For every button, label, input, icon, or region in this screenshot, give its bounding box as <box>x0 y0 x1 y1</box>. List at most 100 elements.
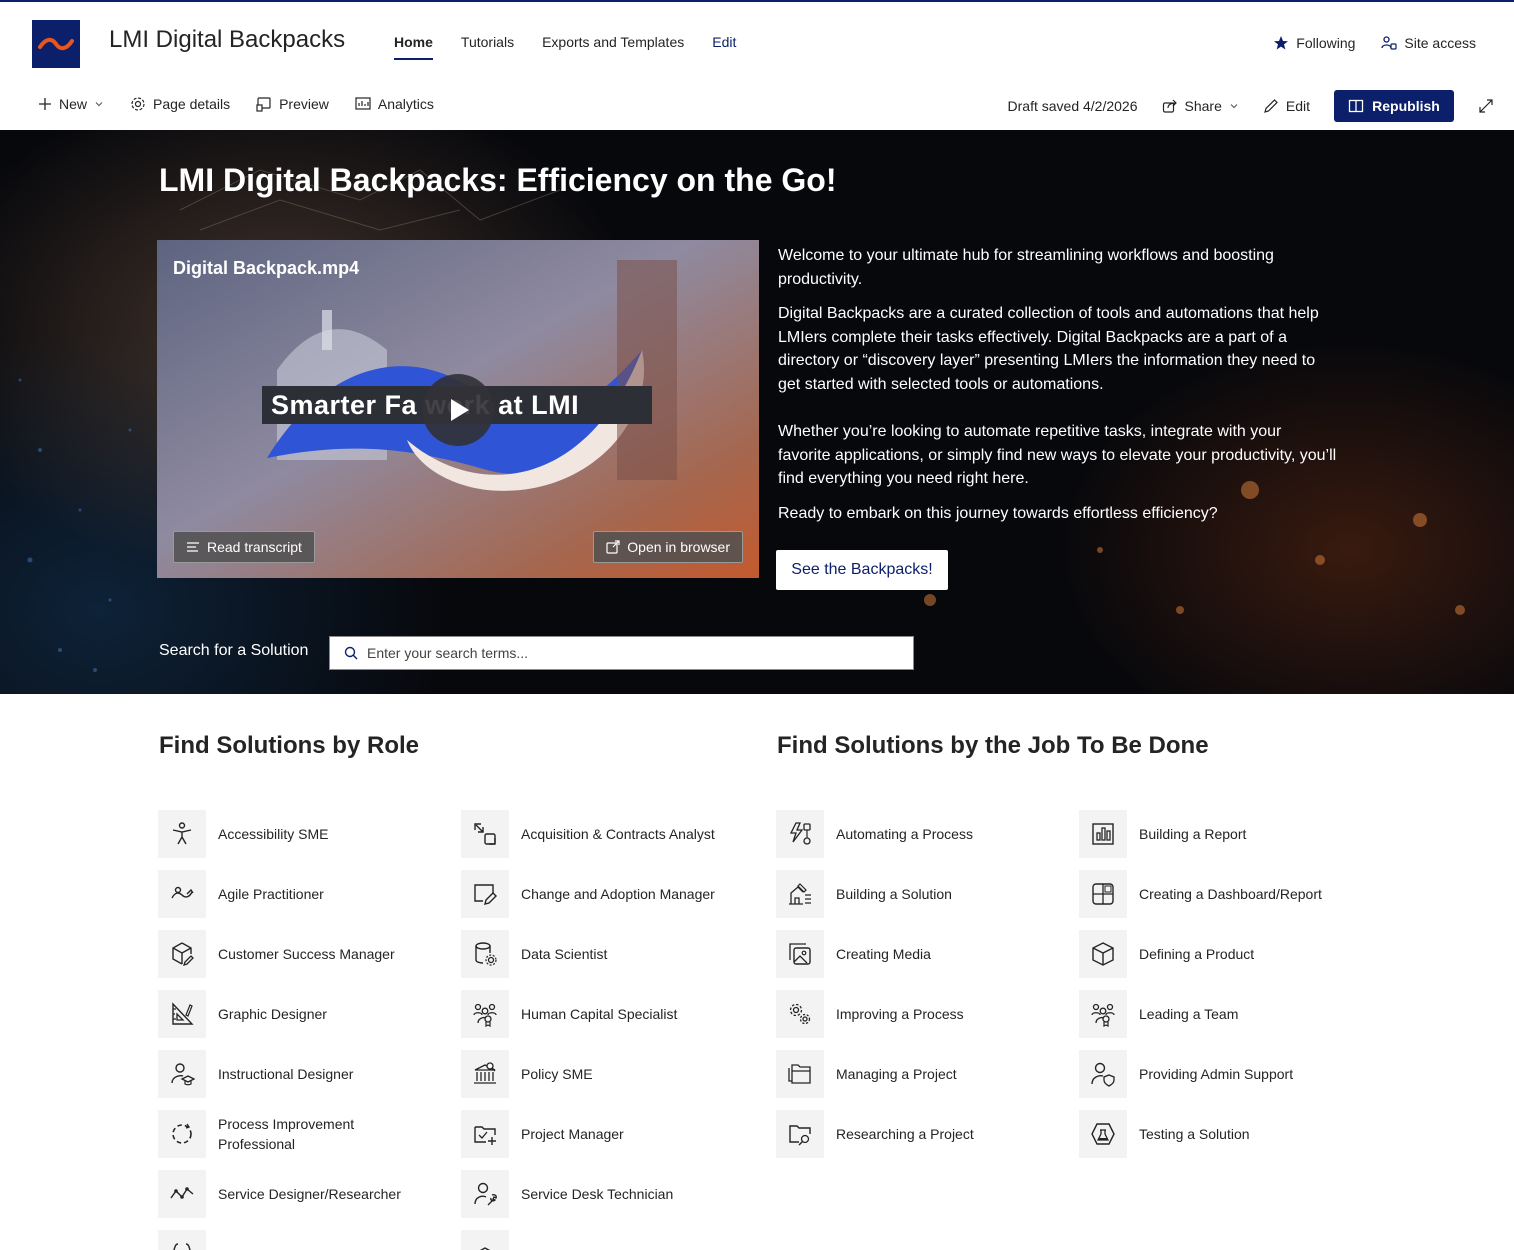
accessibility-icon <box>172 822 192 845</box>
job-tile-automating-process[interactable]: Automating a Process <box>776 810 1036 858</box>
role-tile-human-capital-specialist[interactable]: Human Capital Specialist <box>461 990 721 1038</box>
page-details-button[interactable]: Page details <box>130 96 230 112</box>
role-tile-project-manager[interactable]: Project Manager <box>461 1110 721 1158</box>
role-label: Service Designer/Researcher <box>218 1186 401 1202</box>
new-label: New <box>59 96 88 112</box>
role-tile-data-scientist[interactable]: Data Scientist <box>461 930 721 978</box>
role-label: Graphic Designer <box>218 1006 327 1022</box>
role-label: Instructional Designer <box>218 1066 354 1082</box>
hero-section: LMI Digital Backpacks: Efficiency on the… <box>0 130 1514 694</box>
job-tile-building-solution[interactable]: Building a Solution <box>776 870 1036 918</box>
job-tile-improving-process[interactable]: Improving a Process <box>776 990 1036 1038</box>
role-label: Change and Adoption Manager <box>521 886 715 902</box>
following-button[interactable]: Following <box>1273 35 1355 51</box>
site-logo[interactable] <box>32 20 80 68</box>
nav-tutorials[interactable]: Tutorials <box>461 34 514 60</box>
job-label: Providing Admin Support <box>1139 1066 1294 1082</box>
analytics-icon <box>355 97 371 110</box>
role-tile-instructional-designer[interactable]: Instructional Designer <box>158 1050 418 1098</box>
role-label: Accessibility SME <box>218 826 329 842</box>
search-box[interactable] <box>329 636 914 670</box>
role-label: Process Improvement Professional <box>218 1116 355 1152</box>
site-title[interactable]: LMI Digital Backpacks <box>109 26 345 54</box>
role-tile-policy-sme[interactable]: Policy SME <box>461 1050 721 1098</box>
analytics-button[interactable]: Analytics <box>355 96 434 112</box>
edit-button[interactable]: Edit <box>1263 98 1310 114</box>
republish-button[interactable]: Republish <box>1334 90 1454 122</box>
hero-paragraph-ready: Ready to embark on this journey towards … <box>778 504 1218 522</box>
site-nav: Home Tutorials Exports and Templates Edi… <box>394 34 764 60</box>
job-tile-managing-project[interactable]: Managing a Project <box>776 1050 1036 1098</box>
nav-edit[interactable]: Edit <box>712 34 736 60</box>
search-label: Search for a Solution <box>159 642 309 659</box>
image-multiple-icon <box>789 943 811 965</box>
job-tile-testing-solution[interactable]: Testing a Solution <box>1079 1110 1339 1158</box>
beaker-icon <box>1091 1123 1115 1145</box>
job-tile-creating-dashboard-report[interactable]: Creating a Dashboard/Report <box>1079 870 1339 918</box>
search-icon <box>344 646 358 660</box>
job-label: Building a Report <box>1139 826 1247 842</box>
gear-icon <box>131 97 145 111</box>
open-in-browser-label: Open in browser <box>627 539 730 555</box>
role-label: Data Scientist <box>521 946 608 962</box>
role-tile-acquisition-contracts-analyst[interactable]: Acquisition & Contracts Analyst <box>461 810 721 858</box>
role-tile-graphic-designer[interactable]: Graphic Designer <box>158 990 418 1038</box>
building-search-icon <box>474 1062 496 1084</box>
search-input[interactable] <box>367 645 887 661</box>
page-details-label: Page details <box>153 96 231 112</box>
job-tile-building-report[interactable]: Building a Report <box>1079 810 1339 858</box>
role-tile-service-desk-technician[interactable]: Service Desk Technician <box>461 1170 721 1218</box>
wave-logo-icon <box>38 37 74 51</box>
video-player[interactable]: Digital Backpack.mp4 Smarter Fa work at … <box>157 240 759 578</box>
job-tile-providing-admin-support[interactable]: Providing Admin Support <box>1079 1050 1339 1098</box>
job-tile-researching-project[interactable]: Researching a Project <box>776 1110 1036 1158</box>
role-tile-partial-2[interactable] <box>461 1230 509 1250</box>
job-label: Automating a Process <box>836 826 973 842</box>
hero-paragraph-whether: Whether you’re looking to automate repet… <box>778 423 1337 487</box>
share-button[interactable]: Share <box>1162 98 1239 114</box>
job-tile-creating-media[interactable]: Creating Media <box>776 930 1036 978</box>
read-transcript-button[interactable]: Read transcript <box>173 531 315 563</box>
preview-button[interactable]: Preview <box>256 96 329 112</box>
role-tile-agile-practitioner[interactable]: Agile Practitioner <box>158 870 418 918</box>
role-tile-partial-1[interactable] <box>158 1230 206 1250</box>
role-label: Acquisition & Contracts Analyst <box>521 826 715 842</box>
role-label: Project Manager <box>521 1126 624 1142</box>
folder-add-icon <box>474 1126 496 1145</box>
transcript-icon <box>187 542 199 552</box>
role-label: Service Desk Technician <box>521 1186 674 1202</box>
team-icon <box>1091 1003 1115 1027</box>
building-solution-icon <box>789 883 811 905</box>
play-button[interactable] <box>422 374 494 446</box>
person-wrench-icon <box>474 1182 497 1206</box>
nav-home[interactable]: Home <box>394 34 433 60</box>
pencil-icon <box>1264 99 1278 113</box>
video-filename: Digital Backpack.mp4 <box>173 258 360 278</box>
role-tile-customer-success-manager[interactable]: Customer Success Manager <box>158 930 418 978</box>
arrows-icon <box>474 823 496 845</box>
dashed-circle-icon <box>172 1123 192 1144</box>
open-in-browser-button[interactable]: Open in browser <box>593 531 743 563</box>
role-tile-change-adoption-manager[interactable]: Change and Adoption Manager <box>461 870 721 918</box>
role-tile-accessibility-sme[interactable]: Accessibility SME <box>158 810 418 858</box>
role-tile-process-improvement-professional[interactable]: Process Improvement Professional <box>158 1110 418 1158</box>
line-chart-icon <box>170 1187 194 1199</box>
role-tile-service-designer-researcher[interactable]: Service Designer/Researcher <box>158 1170 418 1218</box>
see-backpacks-button[interactable]: See the Backpacks! <box>776 550 948 590</box>
design-ruler-icon <box>172 1002 194 1025</box>
job-tile-defining-product[interactable]: Defining a Product <box>1079 930 1339 978</box>
republish-label: Republish <box>1372 98 1440 114</box>
people-badge-icon <box>473 1003 497 1027</box>
gears-icon <box>789 1003 811 1025</box>
role-label: Human Capital Specialist <box>521 1006 678 1022</box>
job-label: Building a Solution <box>836 886 952 902</box>
role-label: Policy SME <box>521 1066 593 1082</box>
role-label: Agile Practitioner <box>218 886 324 902</box>
site-access-button[interactable]: Site access <box>1381 35 1476 51</box>
nav-exports-templates[interactable]: Exports and Templates <box>542 34 684 60</box>
job-tile-leading-team[interactable]: Leading a Team <box>1079 990 1339 1038</box>
agile-icon <box>171 886 194 899</box>
jobs-section-title: Find Solutions by the Job To Be Done <box>777 732 1209 759</box>
new-button[interactable]: New <box>38 96 104 112</box>
expand-icon[interactable] <box>1478 98 1494 114</box>
